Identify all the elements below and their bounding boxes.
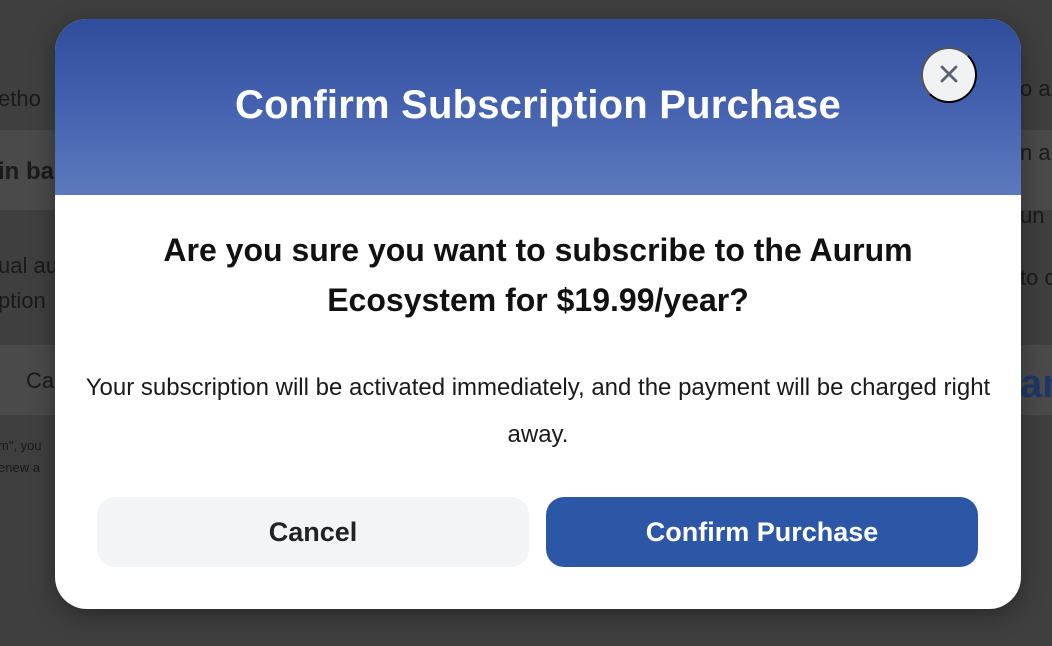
- close-icon: [938, 63, 960, 88]
- background-text: Ca: [26, 368, 55, 393]
- background-text: un: [1020, 203, 1045, 228]
- background-text: to c: [1020, 265, 1052, 290]
- background-text: enew a: [0, 460, 40, 475]
- background-text: ual au: [0, 253, 58, 278]
- background-text: o al: [1020, 76, 1052, 101]
- confirm-purchase-button[interactable]: Confirm Purchase: [546, 497, 978, 567]
- background-text: m", you: [0, 438, 42, 453]
- close-button[interactable]: [921, 47, 977, 103]
- background-text: ption: [0, 288, 46, 313]
- dialog-title: Confirm Subscription Purchase: [235, 82, 841, 127]
- cancel-button[interactable]: Cancel: [97, 497, 529, 567]
- background-text: an: [1020, 362, 1052, 406]
- confirm-subscription-dialog: Confirm Subscription Purchase Are you su…: [55, 19, 1021, 609]
- background-text: in ba: [0, 158, 55, 185]
- dialog-header: Confirm Subscription Purchase: [55, 19, 1021, 195]
- confirmation-question: Are you sure you want to subscribe to th…: [163, 232, 913, 318]
- background-text: n a: [1020, 140, 1051, 165]
- background-text: etho: [0, 86, 41, 111]
- confirmation-note: Your subscription will be activated imme…: [85, 374, 991, 448]
